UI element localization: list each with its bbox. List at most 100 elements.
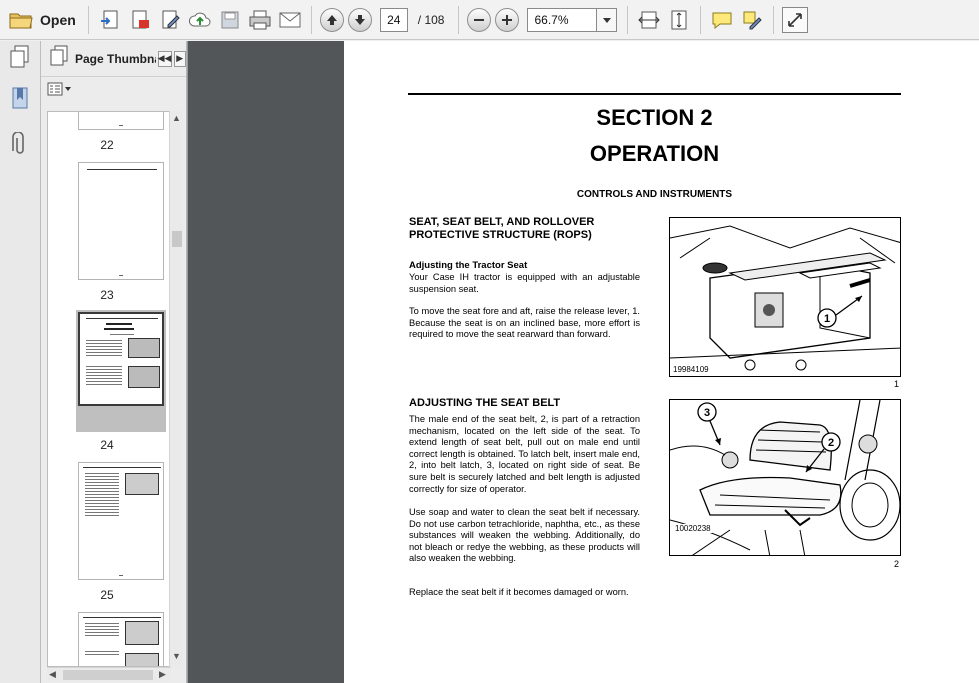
toolbar-separator bbox=[700, 5, 702, 34]
toolbar-separator bbox=[627, 5, 629, 34]
adjusting-seat-paragraph-1: Your Case IH tractor is equipped with an… bbox=[409, 272, 640, 294]
bookmark-icon bbox=[11, 86, 29, 117]
envelope-icon bbox=[277, 7, 303, 33]
expand-button[interactable] bbox=[782, 6, 809, 34]
arrow-up-icon bbox=[319, 7, 344, 32]
paperclip-icon bbox=[12, 130, 28, 163]
seat-heading-line2: PROTECTIVE STRUCTURE (ROPS) bbox=[409, 229, 592, 241]
figure-2-number: 2 bbox=[894, 559, 900, 569]
section-title: SECTION 2 bbox=[596, 105, 713, 130]
scroll-left-icon[interactable]: ◀ bbox=[49, 669, 56, 680]
figure-2-code: 10020238 bbox=[674, 524, 712, 533]
thumbnails-panel-header: Page Thumbna... ◀◀ ▶ bbox=[41, 41, 186, 77]
thumbnail-page[interactable] bbox=[78, 612, 164, 666]
thumbnails-panel: Page Thumbna... ◀◀ ▶ 22 23 bbox=[41, 41, 187, 683]
zoom-in-button[interactable] bbox=[495, 6, 520, 34]
collapse-panel-button[interactable]: ◀◀ bbox=[157, 50, 172, 67]
fit-page-button[interactable] bbox=[666, 6, 692, 34]
seat-heading-line1: SEAT, SEAT BELT, AND ROLLOVER bbox=[409, 216, 595, 228]
thumbnail-horizontal-scrollbar[interactable]: ◀ ▶ bbox=[47, 667, 171, 681]
edit-pdf-button[interactable] bbox=[157, 6, 183, 34]
fit-width-button[interactable] bbox=[636, 6, 662, 34]
scrollbar-thumb[interactable] bbox=[172, 231, 182, 247]
chevron-right-icon: ▶ bbox=[176, 53, 184, 63]
navigation-pane bbox=[0, 41, 41, 683]
bookmarks-tab[interactable] bbox=[6, 87, 34, 115]
email-button[interactable] bbox=[277, 6, 303, 34]
comment-button[interactable] bbox=[709, 6, 735, 34]
header-rule bbox=[408, 93, 901, 95]
page-count-label: / 108 bbox=[417, 12, 445, 27]
scroll-right-icon[interactable]: ▶ bbox=[159, 669, 166, 680]
zoom-out-button[interactable] bbox=[467, 6, 492, 34]
expand-icon bbox=[782, 6, 809, 33]
highlighter-icon bbox=[739, 7, 765, 33]
main-toolbar: Open 24 / 108 66.7% bbox=[0, 0, 979, 40]
seat-illustration: 1 bbox=[670, 225, 900, 371]
thumbnail-page-number: 25 bbox=[100, 588, 114, 602]
figure-1-code: 19984109 bbox=[672, 365, 710, 374]
fit-width-icon bbox=[636, 7, 662, 33]
double-chevron-left-icon: ◀◀ bbox=[157, 53, 172, 63]
figure-seat-belt: 3 2 10020238 bbox=[669, 399, 901, 556]
zoom-dropdown-button[interactable] bbox=[597, 7, 618, 32]
callout-3: 3 bbox=[704, 407, 710, 419]
open-label: Open bbox=[40, 11, 76, 28]
pdf-page: SECTION 2 OPERATION CONTROLS AND INSTRUM… bbox=[344, 41, 979, 683]
figure-1-number: 1 bbox=[894, 379, 900, 389]
scroll-down-icon[interactable]: ▼ bbox=[172, 651, 181, 661]
toolbar-separator bbox=[87, 5, 89, 34]
seatbelt-paragraph-1: The male end of the seat belt, 2, is par… bbox=[409, 414, 640, 494]
adjusting-seat-heading: Adjusting the Tractor Seat bbox=[409, 260, 528, 271]
thumbnail-page-number: 23 bbox=[100, 288, 114, 302]
figure-seat-release-lever: 1 19984109 bbox=[669, 217, 901, 377]
panel-forward-button[interactable]: ▶ bbox=[173, 50, 186, 67]
export-pdf-button[interactable] bbox=[127, 6, 153, 34]
edit-pdf-icon bbox=[157, 7, 183, 33]
arrow-down-icon bbox=[347, 7, 372, 32]
open-button[interactable]: Open bbox=[2, 6, 80, 34]
thumbnail-page-number: 24 bbox=[100, 438, 114, 452]
save-button[interactable] bbox=[217, 6, 243, 34]
highlight-button[interactable] bbox=[739, 6, 765, 34]
seatbelt-heading: ADJUSTING THE SEAT BELT bbox=[409, 397, 561, 409]
create-pdf-icon bbox=[97, 7, 123, 33]
print-button[interactable] bbox=[247, 6, 273, 34]
minus-icon bbox=[467, 7, 492, 32]
chevron-down-icon bbox=[602, 11, 611, 29]
save-icon bbox=[217, 7, 243, 33]
callout-2: 2 bbox=[828, 437, 834, 449]
upload-button[interactable] bbox=[187, 6, 213, 34]
zoom-level-input[interactable]: 66.7% bbox=[527, 7, 598, 32]
thumbnail-page[interactable] bbox=[78, 112, 164, 130]
scroll-up-icon[interactable]: ▲ bbox=[172, 113, 181, 123]
page-thumbnails-header-icon bbox=[49, 45, 69, 72]
thumbnail-page-number: 22 bbox=[100, 138, 114, 152]
folder-icon bbox=[8, 7, 34, 33]
scrollbar-thumb[interactable] bbox=[63, 670, 153, 680]
thumbnail-page[interactable] bbox=[78, 462, 164, 580]
next-page-button[interactable] bbox=[347, 6, 372, 34]
page-thumbnails-icon bbox=[9, 45, 31, 74]
page-thumbnails-tab[interactable] bbox=[6, 45, 34, 73]
create-pdf-button[interactable] bbox=[97, 6, 123, 34]
thumbnail-list: 22 23 24 25 bbox=[47, 111, 171, 667]
thumbnail-page[interactable] bbox=[78, 162, 164, 280]
toolbar-separator bbox=[310, 5, 312, 34]
attachments-tab[interactable] bbox=[6, 130, 34, 163]
fit-page-icon bbox=[666, 7, 692, 33]
thumbnails-panel-title: Page Thumbna... bbox=[75, 51, 156, 66]
toolbar-separator bbox=[773, 5, 775, 34]
thumbnail-page-selected[interactable] bbox=[78, 312, 164, 406]
callout-1: 1 bbox=[824, 313, 830, 325]
controls-heading: CONTROLS AND INSTRUMENTS bbox=[576, 189, 733, 200]
previous-page-button[interactable] bbox=[319, 6, 344, 34]
page-number-input[interactable]: 24 bbox=[379, 7, 408, 32]
thumbnail-options-button[interactable] bbox=[41, 77, 186, 105]
export-pdf-icon bbox=[127, 7, 153, 33]
document-view[interactable]: SECTION 2 OPERATION CONTROLS AND INSTRUM… bbox=[188, 41, 979, 683]
printer-icon bbox=[247, 7, 273, 33]
toolbar-separator bbox=[458, 5, 460, 34]
thumbnail-vertical-scrollbar[interactable]: ▲ ▼ bbox=[169, 111, 183, 667]
seatbelt-paragraph-2: Use soap and water to clean the seat bel… bbox=[409, 507, 640, 564]
